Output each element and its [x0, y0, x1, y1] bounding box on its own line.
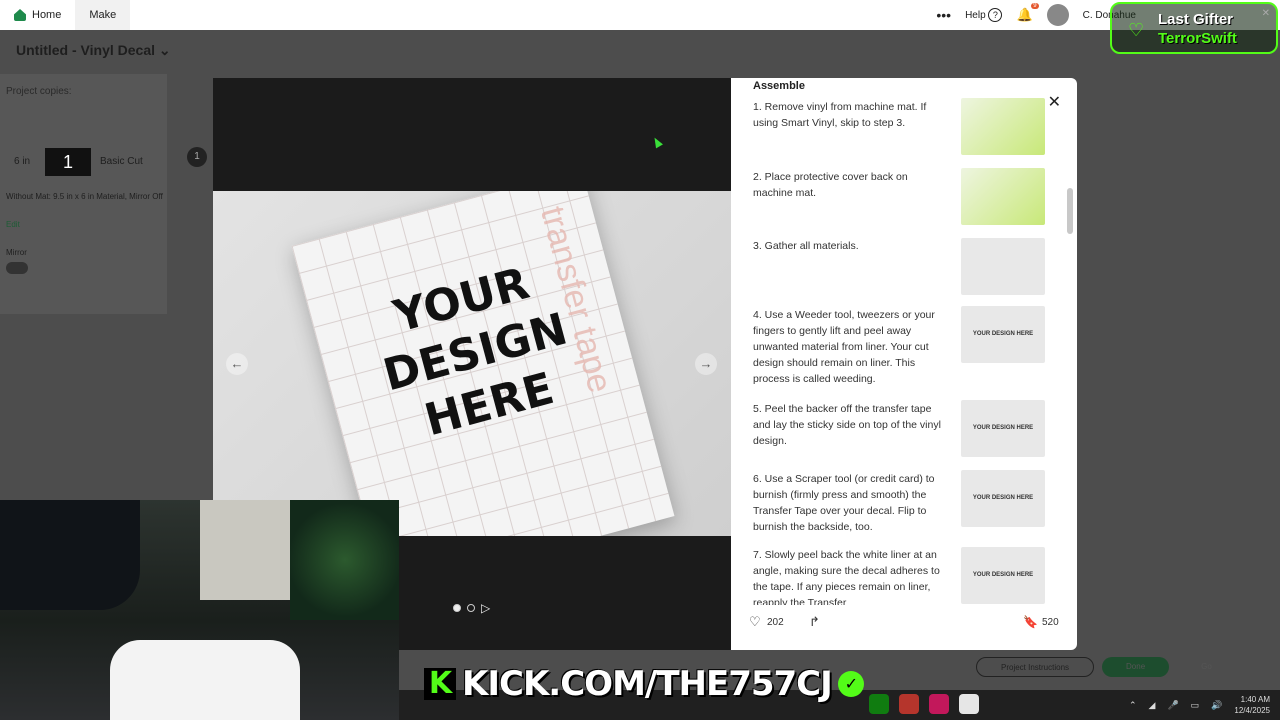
- step-5-text: 5. Peel the backer off the transfer tape…: [753, 403, 941, 447]
- step-2-thumb: [961, 168, 1045, 225]
- webcam-tree: [290, 500, 399, 620]
- chevron-up-icon[interactable]: ⌃: [1129, 700, 1137, 711]
- clock-time: 1:40 AM: [1240, 695, 1270, 704]
- mirror-toggle[interactable]: [6, 262, 28, 274]
- avatar[interactable]: [1046, 4, 1069, 26]
- product-photo: YOUR DESIGN HERE transfer tape: [213, 191, 731, 536]
- like-count: 202: [767, 616, 784, 628]
- scrollbar[interactable]: [1067, 188, 1073, 234]
- carousel-dot-1[interactable]: [453, 604, 461, 612]
- step-5-thumb: YOUR DESIGN HERE: [961, 400, 1045, 457]
- heart-icon: ♡: [1128, 20, 1145, 40]
- tab-make-label: Make: [89, 9, 117, 21]
- carousel-dot-2[interactable]: [467, 604, 475, 612]
- bookmark-icon[interactable]: 🔖: [1023, 615, 1038, 629]
- step-4-thumb: YOUR DESIGN HERE: [961, 306, 1045, 363]
- volume-icon[interactable]: 🔊: [1211, 700, 1222, 711]
- close-icon[interactable]: ✕: [1048, 92, 1061, 112]
- verified-check-icon: ✓: [837, 671, 864, 697]
- mat-step-number: 1: [187, 147, 207, 167]
- close-icon[interactable]: ✕: [1262, 8, 1270, 19]
- app-red-icon[interactable]: [899, 694, 919, 714]
- share-icon[interactable]: ↱: [809, 614, 820, 630]
- help-button[interactable]: Help ?: [965, 8, 1003, 22]
- assemble-heading: Assemble: [753, 80, 805, 92]
- save-count: 520: [1042, 616, 1059, 628]
- step-6-text: 6. Use a Scraper tool (or credit card) t…: [753, 473, 935, 533]
- mat-preview[interactable]: 1: [45, 148, 91, 176]
- webcam-printer: [110, 640, 300, 720]
- last-gifter-alert: ♡ Last Gifter TerrorSwift ✕: [1110, 2, 1278, 54]
- play-icon[interactable]: ▷: [481, 601, 490, 615]
- step-4-text: 4. Use a Weeder tool, tweezers or your f…: [753, 309, 935, 385]
- webcam-chair: [0, 500, 140, 610]
- tab-make[interactable]: Make: [75, 0, 131, 30]
- mat-info: Without Mat: 9.5 in x 6 in Material, Mir…: [6, 192, 163, 201]
- system-tray: ⌃ ◢ 🎤 ▭ 🔊 1:40 AM 12/4/2025: [1129, 690, 1270, 720]
- go-button[interactable]: Go: [1177, 657, 1236, 677]
- project-instructions-button[interactable]: Project Instructions: [976, 657, 1095, 677]
- carousel-dots: ▷: [453, 601, 490, 615]
- step-3-thumb: [961, 238, 1045, 295]
- clock-date: 12/4/2025: [1234, 706, 1270, 715]
- notification-badge: 9: [1031, 3, 1039, 9]
- mirror-label: Mirror: [6, 248, 27, 257]
- cut-type-label: Basic Cut: [100, 156, 143, 167]
- gifter-title: Last Gifter: [1158, 11, 1234, 28]
- prev-image-button[interactable]: ←: [226, 353, 248, 375]
- step-7-text: 7. Slowly peel back the white liner at a…: [753, 549, 940, 605]
- more-menu-icon[interactable]: •••: [936, 7, 951, 23]
- taskbar-apps: [869, 694, 979, 714]
- tab-home-label: Home: [32, 9, 62, 21]
- tab-home[interactable]: Home: [0, 0, 75, 30]
- next-image-button[interactable]: →: [695, 353, 717, 375]
- step-1-text: 1. Remove vinyl from machine mat. If usi…: [753, 101, 927, 129]
- help-label: Help: [965, 10, 986, 21]
- mouse-cursor: [651, 135, 663, 149]
- project-copies-label: Project copies:: [6, 86, 72, 97]
- step-6-thumb: YOUR DESIGN HERE: [961, 470, 1045, 527]
- wifi-icon[interactable]: ◢: [1149, 700, 1156, 711]
- left-panel: Project copies: 6 in 1 Basic Cut Without…: [0, 74, 167, 314]
- panel-footer: ♡ 202 ↱ 🔖 520: [731, 606, 1077, 638]
- chevron-down-icon: ⌄: [158, 42, 171, 58]
- kick-logo: K: [424, 668, 456, 700]
- app-topbar: Home Make ••• Help ? 🔔9 C. Donahue: [0, 0, 1280, 30]
- project-title[interactable]: Untitled - Vinyl Decal ⌄: [16, 42, 171, 59]
- clock[interactable]: 1:40 AM 12/4/2025: [1234, 694, 1270, 716]
- edit-link[interactable]: Edit: [6, 220, 20, 229]
- transfer-tape-roll: YOUR DESIGN HERE transfer tape: [291, 191, 675, 536]
- done-button[interactable]: Done: [1102, 657, 1170, 677]
- app-pink-icon[interactable]: [929, 694, 949, 714]
- bottom-actions: Project Instructions Done Go: [976, 657, 1236, 677]
- xbox-icon[interactable]: [869, 694, 889, 714]
- step-1-thumb: [961, 98, 1045, 155]
- kick-overlay: K KICK.COM/THE757CJ ✓: [424, 664, 864, 704]
- home-icon: [14, 9, 26, 21]
- webcam-feed: [0, 500, 399, 720]
- microphone-icon[interactable]: 🎤: [1167, 700, 1178, 711]
- step-2-text: 2. Place protective cover back on machin…: [753, 171, 908, 199]
- instructions-panel: Assemble ✕ 1. Remove vinyl from machine …: [731, 78, 1077, 650]
- help-icon: ?: [988, 8, 1003, 22]
- cricut-app-icon[interactable]: [959, 694, 979, 714]
- display-icon[interactable]: ▭: [1191, 700, 1200, 711]
- kick-url: KICK.COM/THE757CJ: [462, 664, 833, 704]
- step-3-text: 3. Gather all materials.: [753, 240, 859, 252]
- step-7-thumb: YOUR DESIGN HERE: [961, 547, 1045, 604]
- mat-size-label: 6 in: [14, 156, 31, 167]
- notification-bell-icon[interactable]: 🔔 9: [1016, 3, 1039, 23]
- like-icon[interactable]: ♡: [749, 614, 761, 630]
- gifter-name: TerrorSwift: [1158, 30, 1237, 47]
